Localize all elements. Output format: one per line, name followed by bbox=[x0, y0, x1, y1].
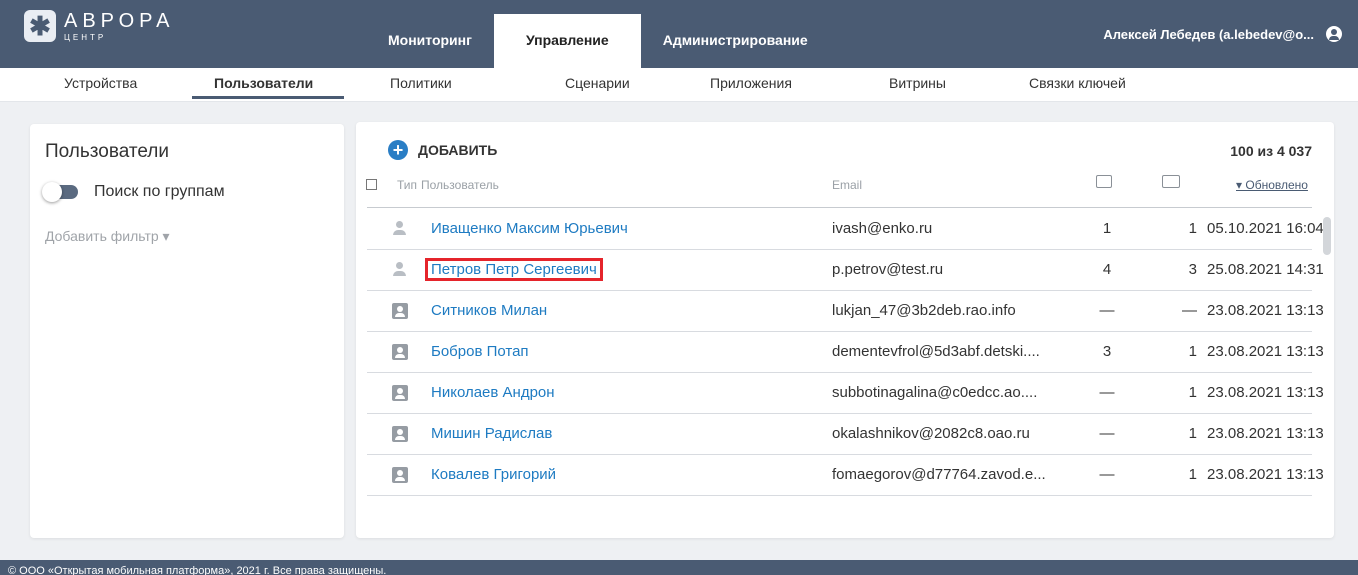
groups-count: 1 bbox=[1188, 425, 1197, 442]
user-menu[interactable]: Алексей Лебедев (a.lebedev@o... bbox=[1103, 26, 1342, 42]
table-row[interactable]: Бобров Потап dementevfrol@5d3abf.detski.… bbox=[367, 332, 1324, 373]
logo-title: АВРОРА bbox=[64, 9, 175, 32]
groups-count: 1 bbox=[1188, 466, 1197, 483]
user-name-link-highlighted[interactable]: Петров Петр Сергеевич bbox=[425, 258, 603, 281]
user-name: Алексей Лебедев (a.lebedev@o... bbox=[1103, 26, 1314, 42]
devices-count: 1 bbox=[1102, 220, 1112, 237]
table-row[interactable]: Ковалев Григорий fomaegorov@d77764.zavod… bbox=[367, 455, 1324, 496]
filter-panel-title: Пользователи bbox=[45, 141, 170, 162]
folders-icon[interactable] bbox=[1162, 175, 1180, 188]
users-panel: + ДОБАВИТЬ 100 из 4 037 Тип Пользователь… bbox=[356, 122, 1334, 538]
groups-count: 3 bbox=[1188, 261, 1197, 278]
person-icon bbox=[392, 221, 408, 237]
add-button-label: ДОБАВИТЬ bbox=[418, 142, 498, 158]
devices-count: 3 bbox=[1102, 343, 1112, 360]
users-table: Иващенко Максим Юрьевич ivash@enko.ru 1 … bbox=[367, 209, 1324, 496]
add-user-button[interactable]: + ДОБАВИТЬ bbox=[388, 140, 497, 160]
sub-nav: Устройства Пользователи Политики Сценари… bbox=[0, 68, 1358, 102]
groups-count: 1 bbox=[1188, 343, 1197, 360]
devices-count: 4 bbox=[1102, 261, 1112, 278]
aurora-logo-icon: ✱ bbox=[24, 10, 56, 42]
logo-subtitle: ЦЕНТР bbox=[64, 32, 107, 42]
tab-applications[interactable]: Приложения bbox=[710, 75, 792, 91]
updated-date: 23.08.2021 13:13 bbox=[1207, 425, 1324, 442]
main-nav-management[interactable]: Управление bbox=[493, 14, 641, 68]
account-circle-icon[interactable] bbox=[1326, 26, 1342, 42]
devices-count: — bbox=[1099, 302, 1115, 319]
table-row[interactable]: Мишин Радислав okalashnikov@2082c8.oao.r… bbox=[367, 414, 1324, 455]
contact-card-icon bbox=[392, 344, 408, 360]
contact-card-icon bbox=[392, 385, 408, 401]
contact-card-icon bbox=[392, 303, 408, 319]
table-row[interactable]: Петров Петр Сергеевич p.petrov@test.ru 4… bbox=[367, 250, 1324, 291]
header-user[interactable]: Пользователь bbox=[421, 178, 499, 192]
tab-showcases[interactable]: Витрины bbox=[889, 75, 946, 91]
user-name-link[interactable]: Ковалев Григорий bbox=[431, 466, 556, 483]
user-email: subbotinagalina@c0edcc.ao.... bbox=[832, 384, 1038, 401]
devices-count: — bbox=[1099, 425, 1115, 442]
header-type[interactable]: Тип bbox=[397, 178, 417, 192]
groups-count: 1 bbox=[1188, 220, 1197, 237]
updated-date: 23.08.2021 13:13 bbox=[1207, 302, 1324, 319]
plus-circle-icon: + bbox=[388, 140, 408, 160]
groups-count: — bbox=[1182, 302, 1197, 319]
active-tab-indicator bbox=[192, 96, 344, 99]
main-nav: Мониторинг Управление Администрирование bbox=[366, 14, 830, 68]
devices-count: — bbox=[1099, 466, 1115, 483]
select-all-checkbox[interactable] bbox=[366, 179, 377, 190]
updated-date: 23.08.2021 13:13 bbox=[1207, 343, 1324, 360]
user-name-link[interactable]: Николаев Андрон bbox=[431, 384, 555, 401]
updated-date: 23.08.2021 13:13 bbox=[1207, 384, 1324, 401]
tab-devices[interactable]: Устройства bbox=[64, 75, 137, 91]
table-row[interactable]: Ситников Милан lukjan_47@3b2deb.rao.info… bbox=[367, 291, 1324, 332]
header-email[interactable]: Email bbox=[832, 178, 862, 192]
user-email: ivash@enko.ru bbox=[832, 220, 933, 237]
tab-policies[interactable]: Политики bbox=[390, 75, 452, 91]
user-name-link[interactable]: Мишин Радислав bbox=[431, 425, 552, 442]
user-email: dementevfrol@5d3abf.detski.... bbox=[832, 343, 1040, 360]
updated-date: 05.10.2021 16:04 bbox=[1207, 220, 1324, 237]
tab-scenarios[interactable]: Сценарии bbox=[565, 75, 630, 91]
user-email: fomaegorov@d77764.zavod.e... bbox=[832, 466, 1046, 483]
group-search-label: Поиск по группам bbox=[94, 183, 225, 200]
user-email: lukjan_47@3b2deb.rao.info bbox=[832, 302, 1016, 319]
user-name-link[interactable]: Ситников Милан bbox=[431, 302, 547, 319]
user-name-link[interactable]: Бобров Потап bbox=[431, 343, 529, 360]
top-bar: ✱ АВРОРА ЦЕНТР Мониторинг Управление Адм… bbox=[0, 0, 1358, 68]
user-email: okalashnikov@2082c8.oao.ru bbox=[832, 425, 1030, 442]
group-search-toggle[interactable]: Поиск по группам bbox=[42, 182, 225, 202]
add-filter-dropdown[interactable]: Добавить фильтр ▾ bbox=[45, 228, 170, 245]
updated-date: 25.08.2021 14:31 bbox=[1207, 261, 1324, 278]
updated-date: 23.08.2021 13:13 bbox=[1207, 466, 1324, 483]
contact-card-icon bbox=[392, 467, 408, 483]
table-scrollbar[interactable] bbox=[1323, 217, 1331, 255]
footer-copyright: © ООО «Открытая мобильная платформа», 20… bbox=[0, 560, 1358, 575]
result-count: 100 из 4 037 bbox=[1230, 143, 1312, 159]
table-row[interactable]: Николаев Андрон subbotinagalina@c0edcc.a… bbox=[367, 373, 1324, 414]
table-header: Тип Пользователь Email ▾ Обновлено bbox=[356, 172, 1334, 208]
person-icon bbox=[392, 262, 408, 278]
main-nav-administration[interactable]: Администрирование bbox=[641, 14, 830, 68]
devices-count: — bbox=[1099, 384, 1115, 401]
filter-panel: Пользователи Поиск по группам Добавить ф… bbox=[30, 124, 344, 538]
main-nav-monitoring[interactable]: Мониторинг bbox=[366, 14, 494, 68]
groups-count: 1 bbox=[1188, 384, 1197, 401]
table-row[interactable]: Иващенко Максим Юрьевич ivash@enko.ru 1 … bbox=[367, 209, 1324, 250]
device-icon[interactable] bbox=[1096, 175, 1112, 188]
header-updated-sort[interactable]: ▾ Обновлено bbox=[1236, 178, 1308, 192]
user-name-link[interactable]: Иващенко Максим Юрьевич bbox=[431, 220, 628, 237]
contact-card-icon bbox=[392, 426, 408, 442]
tab-users[interactable]: Пользователи bbox=[214, 75, 313, 91]
tab-keychains[interactable]: Связки ключей bbox=[1029, 75, 1126, 91]
toggle-switch[interactable] bbox=[42, 182, 78, 202]
logo[interactable]: ✱ АВРОРА ЦЕНТР bbox=[24, 10, 174, 42]
user-email: p.petrov@test.ru bbox=[832, 261, 944, 278]
